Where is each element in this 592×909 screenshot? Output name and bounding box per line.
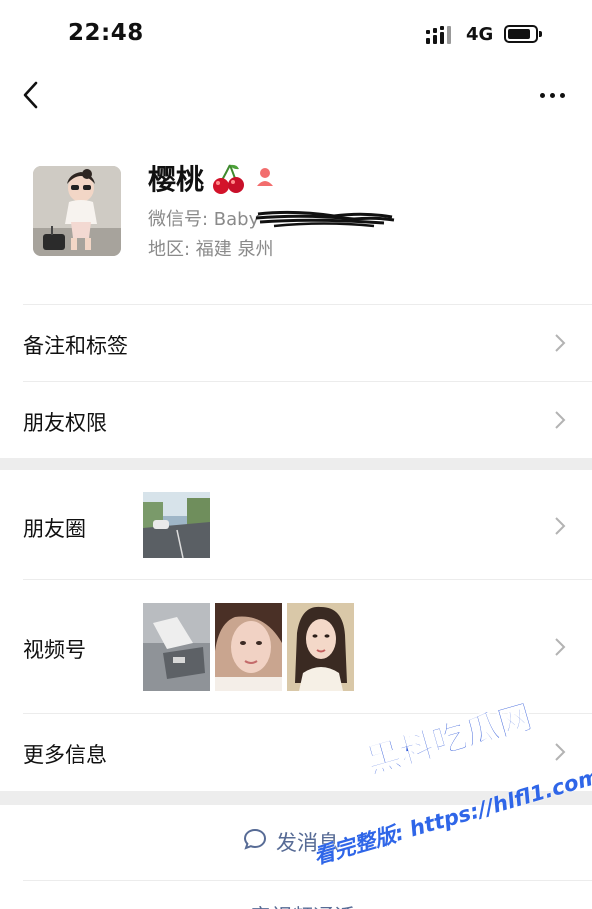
back-button[interactable] bbox=[18, 78, 48, 112]
channels-thumbnail bbox=[287, 603, 354, 691]
call-button[interactable]: 音视频通话 bbox=[0, 881, 592, 909]
row-moments[interactable] bbox=[0, 470, 592, 579]
row-friend-permissions-label: 朋友权限 bbox=[23, 411, 107, 435]
chevron-right-icon bbox=[555, 743, 566, 761]
avatar[interactable] bbox=[33, 166, 121, 256]
send-message-label: 发消息 bbox=[276, 831, 339, 855]
channels-thumbnail bbox=[143, 603, 210, 691]
cherry-icon bbox=[213, 164, 244, 194]
status-time: 22:48 bbox=[68, 20, 144, 46]
chevron-right-icon bbox=[555, 517, 566, 535]
wechat-id: 微信号: Baby bbox=[148, 209, 260, 230]
network-type: 4G bbox=[466, 24, 494, 45]
channels-thumbnail bbox=[215, 603, 282, 691]
female-icon bbox=[257, 168, 273, 186]
call-label: 音视频通话 bbox=[250, 901, 355, 909]
chat-bubble-icon bbox=[243, 828, 267, 850]
section-gap bbox=[0, 458, 592, 470]
region: 地区: 福建 泉州 bbox=[148, 239, 274, 260]
chevron-left-icon bbox=[23, 81, 38, 109]
chevron-right-icon bbox=[555, 638, 566, 656]
chevron-right-icon bbox=[555, 411, 566, 429]
row-more-info-label: 更多信息 bbox=[23, 743, 107, 767]
status-bar: 22:48 4G bbox=[0, 0, 592, 70]
nickname: 樱桃 bbox=[148, 163, 205, 196]
battery-icon bbox=[504, 25, 542, 43]
row-remarks-tags-label: 备注和标签 bbox=[23, 334, 128, 358]
row-channels-label: 视频号 bbox=[23, 638, 86, 662]
section-gap bbox=[0, 791, 592, 805]
avatar-image bbox=[33, 166, 121, 256]
moments-thumbnail bbox=[143, 492, 210, 558]
row-moments-label: 朋友圈 bbox=[23, 517, 86, 541]
signal-bars-icon bbox=[426, 26, 456, 46]
more-options-button[interactable] bbox=[536, 84, 570, 106]
chevron-right-icon bbox=[555, 334, 566, 352]
